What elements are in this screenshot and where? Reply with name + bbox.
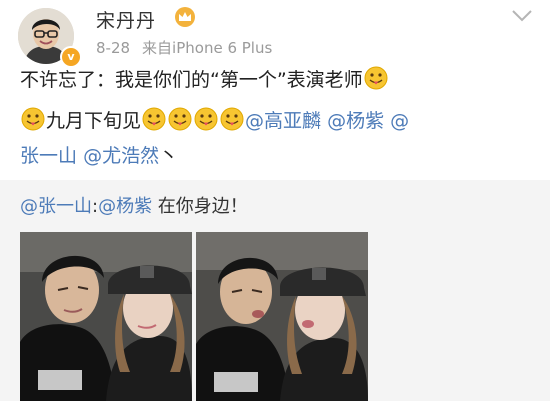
repost-body: 在你身边！ bbox=[152, 196, 248, 217]
post-text: 不许忘了：我是你们的“第一个”表演老师 bbox=[20, 69, 363, 91]
mention-link[interactable]: @ bbox=[390, 110, 409, 132]
tongue-out-emoji-icon bbox=[194, 107, 218, 131]
mention-link[interactable]: @高亚麟 bbox=[245, 110, 321, 132]
post-text: 丶 bbox=[159, 145, 179, 167]
post-source: 来自iPhone 6 Plus bbox=[142, 39, 273, 57]
mention-link[interactable]: @张一山 bbox=[20, 196, 92, 217]
repost-card[interactable]: @张一山:@杨紫 在你身边！ bbox=[0, 180, 550, 401]
photo-image bbox=[196, 232, 368, 401]
post-text-line-3: 张一山 @尤浩然丶 bbox=[20, 143, 178, 169]
repost-photo-2[interactable] bbox=[196, 232, 368, 401]
mention-link[interactable]: @尤浩然 bbox=[83, 145, 159, 167]
repost-photo-1[interactable] bbox=[20, 232, 192, 401]
crown-icon[interactable] bbox=[174, 6, 196, 28]
post-meta: 8-28 来自iPhone 6 Plus bbox=[96, 37, 272, 58]
tongue-out-emoji-icon bbox=[364, 66, 388, 90]
tongue-out-emoji-icon bbox=[142, 107, 166, 131]
mention-link[interactable]: @杨紫 bbox=[327, 110, 384, 132]
photo-image bbox=[20, 232, 192, 401]
mention-link[interactable]: @杨紫 bbox=[98, 196, 152, 217]
mention-link[interactable]: 张一山 bbox=[20, 145, 77, 167]
chevron-down-icon[interactable] bbox=[511, 8, 533, 24]
tongue-out-emoji-icon bbox=[168, 107, 192, 131]
verified-badge: v bbox=[60, 46, 82, 68]
weibo-post: v 宋丹丹 8-28 来自iPhone 6 Plus 不许忘了：我是你们的“第一个… bbox=[0, 0, 550, 401]
post-text-line-1: 不许忘了：我是你们的“第一个”表演老师 bbox=[20, 66, 389, 93]
post-date[interactable]: 8-28 bbox=[96, 39, 130, 57]
post-text: 九月下旬见 bbox=[46, 110, 142, 132]
tongue-out-emoji-icon bbox=[21, 107, 45, 131]
repost-text: @张一山:@杨紫 在你身边！ bbox=[20, 192, 248, 218]
username[interactable]: 宋丹丹 bbox=[96, 6, 156, 33]
tongue-out-emoji-icon bbox=[220, 107, 244, 131]
post-text-line-2: 九月下旬见 @高亚麟 @杨紫 @ bbox=[20, 107, 409, 134]
